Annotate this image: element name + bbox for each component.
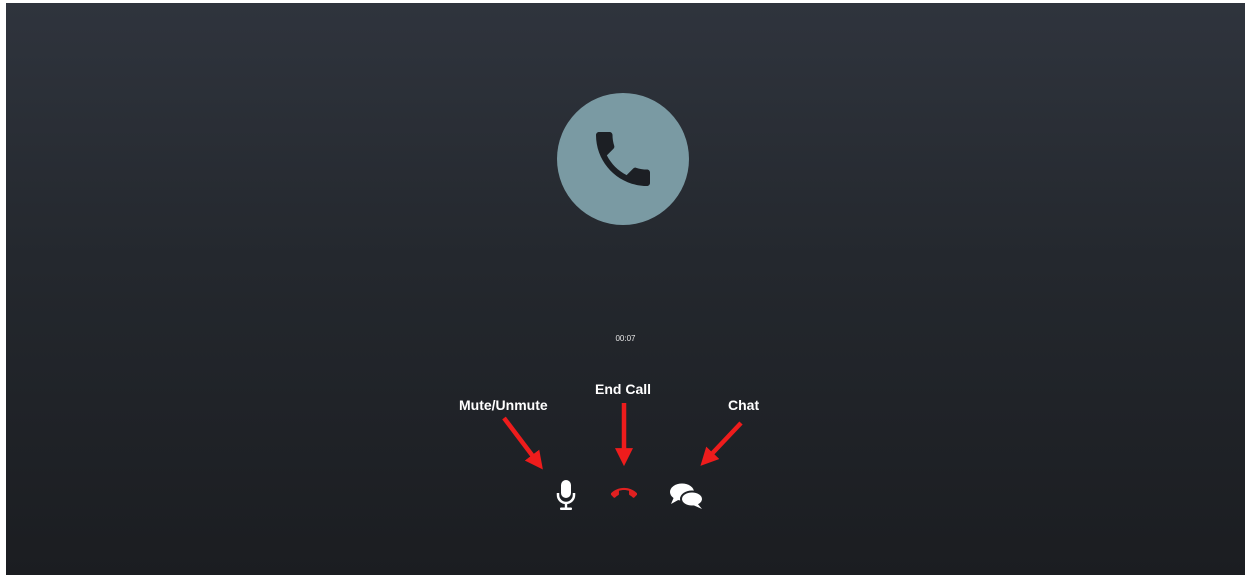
end-call-annotation-label: End Call — [595, 381, 652, 397]
chat-bubbles-icon — [670, 483, 704, 509]
caller-avatar — [557, 93, 689, 225]
mute-button[interactable] — [552, 478, 580, 512]
hangup-icon — [611, 487, 637, 498]
chat-button[interactable] — [668, 481, 706, 511]
call-timer: 00:07 — [615, 334, 636, 343]
mute-annotation-label: Mute/Unmute — [459, 397, 548, 413]
microphone-icon — [556, 480, 576, 510]
phone-icon — [596, 132, 650, 186]
end-call-button[interactable] — [609, 478, 639, 510]
chat-annotation-label: Chat — [728, 397, 760, 413]
